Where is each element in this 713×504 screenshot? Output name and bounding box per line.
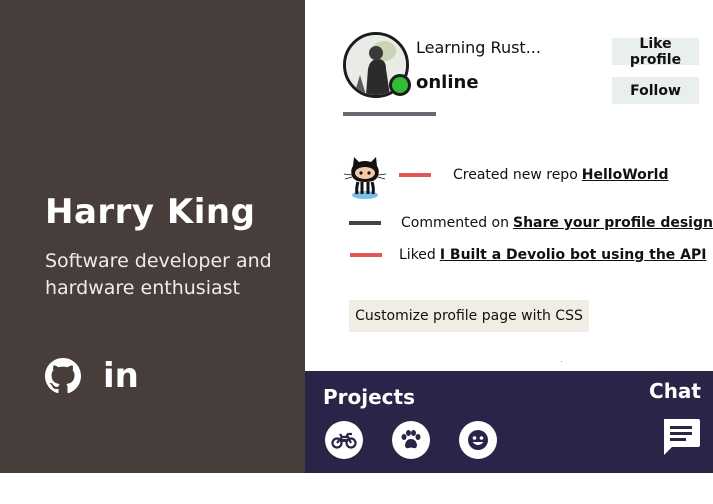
octocat-icon xyxy=(342,154,388,206)
face-icon[interactable] xyxy=(459,421,497,459)
activity-marker xyxy=(399,173,431,177)
projects-bar: Projects Chat xyxy=(305,371,713,473)
activity-text: Liked xyxy=(399,247,436,263)
avatar xyxy=(343,32,411,98)
activity-link[interactable]: I Built a Devolio bot using the API xyxy=(440,247,707,263)
follow-button[interactable]: Follow xyxy=(612,77,699,104)
online-status-dot xyxy=(389,74,411,96)
activity-link[interactable]: Share your profile design! xyxy=(513,215,713,231)
like-profile-button[interactable]: Like profile xyxy=(612,36,699,68)
activity-item: Commented on Share your profile design! xyxy=(349,215,713,231)
customize-profile-button[interactable]: Customize profile page with CSS xyxy=(349,300,589,332)
activity-marker xyxy=(349,221,381,225)
status-message: Learning Rust... xyxy=(416,38,541,57)
activity-text: Created new repo xyxy=(453,167,578,183)
activity-link[interactable]: HelloWorld xyxy=(582,167,669,183)
profile-tagline: Software developer and hardware enthusia… xyxy=(45,250,272,299)
activity-text: Commented on xyxy=(401,215,509,231)
projects-title: Projects xyxy=(323,385,416,409)
activity-item: Liked I Built a Devolio bot using the AP… xyxy=(350,247,706,263)
github-icon[interactable] xyxy=(45,358,81,394)
chat-label: Chat xyxy=(649,379,701,403)
motorcycle-icon[interactable] xyxy=(325,421,363,459)
linkedin-icon[interactable]: in xyxy=(103,359,139,393)
profile-sidebar: Harry King Software developer and hardwa… xyxy=(0,0,305,473)
presence-label: online xyxy=(416,72,479,93)
activity-marker xyxy=(350,253,382,257)
decorative-dot xyxy=(561,361,562,362)
profile-name: Harry King xyxy=(45,192,256,232)
avatar-underline xyxy=(343,112,436,116)
paw-icon[interactable] xyxy=(392,421,430,459)
social-links: in xyxy=(45,358,139,394)
chat-bubble-icon[interactable] xyxy=(660,415,702,461)
activity-item: Created new repo HelloWorld xyxy=(399,167,668,183)
